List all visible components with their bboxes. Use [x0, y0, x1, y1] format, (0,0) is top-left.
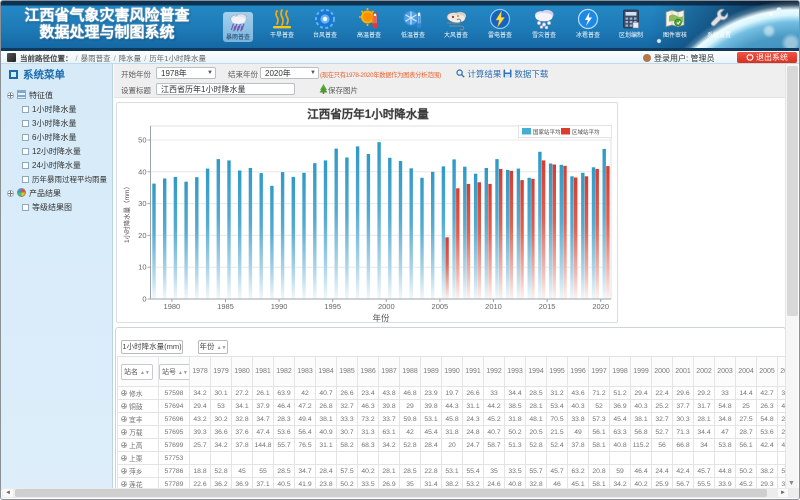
svg-text:30: 30 — [138, 199, 146, 208]
svg-text:20: 20 — [138, 231, 146, 240]
svg-text:年份: 年份 — [372, 313, 390, 323]
svg-text:1990: 1990 — [271, 302, 288, 311]
svg-text:1985: 1985 — [217, 302, 234, 311]
svg-text:1980: 1980 — [164, 302, 181, 311]
svg-text:国家站平均: 国家站平均 — [533, 128, 561, 136]
svg-text:50: 50 — [138, 136, 146, 145]
svg-text:2000: 2000 — [378, 302, 395, 311]
svg-text:江西省历年1小时降水量: 江西省历年1小时降水量 — [307, 107, 429, 121]
svg-text:2015: 2015 — [539, 302, 556, 311]
svg-text:2020: 2020 — [592, 302, 609, 311]
svg-text:40: 40 — [138, 167, 146, 176]
svg-text:2005: 2005 — [432, 302, 449, 311]
svg-text:10: 10 — [138, 263, 146, 272]
svg-text:0: 0 — [142, 295, 146, 304]
svg-text:1995: 1995 — [324, 302, 341, 311]
svg-text:1小时降水量（mm）: 1小时降水量（mm） — [122, 183, 131, 243]
svg-text:2010: 2010 — [485, 302, 502, 311]
svg-text:区域站平均: 区域站平均 — [572, 128, 600, 136]
